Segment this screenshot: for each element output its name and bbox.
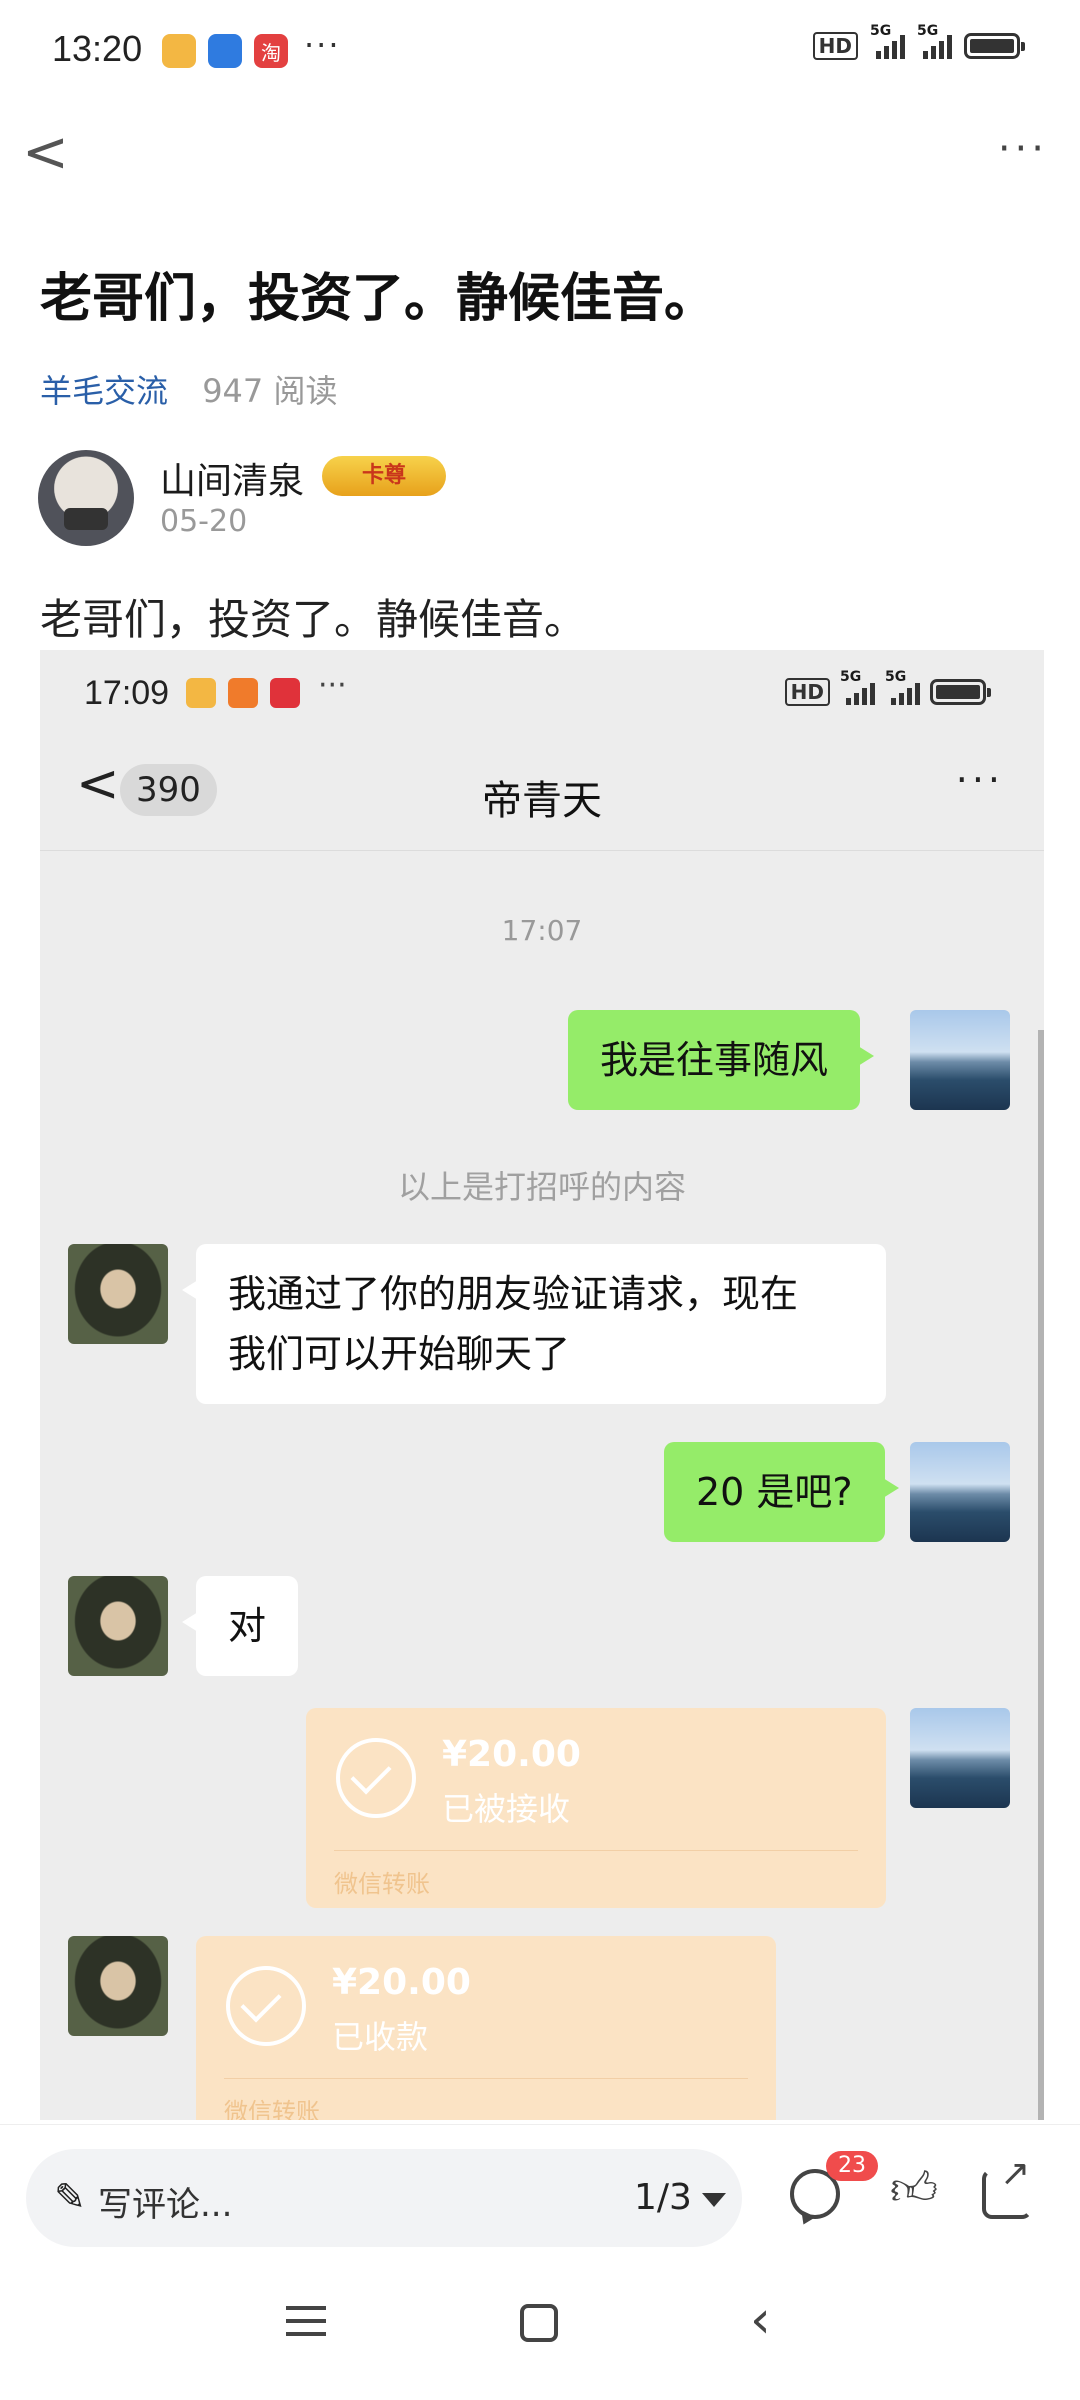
back-icon[interactable]: < <box>22 120 69 185</box>
status-bar: 13:20 ··· HD 5G 5G <box>0 0 1080 100</box>
taobao-app-icon <box>254 34 288 68</box>
signal-icon-2: 5G <box>917 23 952 59</box>
notification-more-icon: ··· <box>304 26 341 64</box>
status-time: 13:20 <box>52 28 143 69</box>
signal-icon: 5G <box>870 23 905 59</box>
shop-app-icon <box>270 678 300 708</box>
comment-count-badge: 23 <box>826 2151 878 2181</box>
post-date: 05-20 <box>160 504 248 539</box>
transfer-status: 已收款 <box>332 2018 429 2056</box>
my-avatar <box>910 1708 1010 1808</box>
message-bubble-sent: 我是往事随风 <box>568 1010 875 1110</box>
transfer-source: 微信转账 <box>224 2098 320 2120</box>
hd-icon: HD <box>812 32 858 60</box>
files-app-icon <box>208 34 242 68</box>
divider <box>224 2078 748 2079</box>
image-status-indicators: HD 5G 5G <box>784 669 991 706</box>
transfer-status: 已被接收 <box>442 1790 571 1828</box>
notes-app-icon <box>162 34 196 68</box>
greeting-hint: 以上是打招呼的内容 <box>397 1168 686 1206</box>
thumbs-up-icon[interactable]: 👍︎ <box>890 2161 940 2215</box>
post-image[interactable]: 17:09 ··· HD 5G 5G < 390 帝青天 ··· 17:07 我… <box>40 650 1044 2120</box>
chat-more-icon: ··· <box>955 758 1004 802</box>
image-scrollbar <box>1038 1030 1044 2120</box>
notification-more-icon: ··· <box>318 668 347 703</box>
message-line: 我们可以开始聊天了 <box>228 1332 571 1376</box>
nav-back-icon[interactable]: ‹ <box>750 2290 771 2350</box>
post-title: 老哥们，投资了。静候佳音。 <box>40 269 717 329</box>
menu-icon[interactable] <box>286 2306 326 2336</box>
transfer-amount: ¥20.00 <box>442 1734 581 1775</box>
hd-icon: HD <box>784 678 830 706</box>
chevron-down-icon[interactable] <box>702 2193 726 2207</box>
comment-input[interactable]: ✎ 写评论... 1/3 <box>26 2149 742 2247</box>
battery-icon <box>930 679 991 705</box>
signal-icon-2: 5G <box>885 669 920 705</box>
mi-app-icon <box>228 678 258 708</box>
message-bubble-received: 对 <box>181 1576 299 1676</box>
message-bubble-sent: 20 是吧? <box>664 1442 899 1542</box>
image-status-bar: 17:09 ··· HD 5G 5G <box>40 650 1044 728</box>
bottom-action-bar: ✎ 写评论... 1/3 23 👍︎ <box>0 2124 1080 2255</box>
contact-avatar <box>68 1576 168 1676</box>
read-count: 947 阅读 <box>202 372 338 410</box>
signal-icon: 5G <box>840 669 875 705</box>
transfer-card-sent: ¥20.00 已被接收 微信转账 <box>306 1708 886 1908</box>
author-avatar[interactable] <box>38 450 134 546</box>
message-bubble-received: 我通过了你的朋友验证请求，现在 我们可以开始聊天了 <box>182 1244 886 1404</box>
notes-app-icon <box>186 678 216 708</box>
transfer-source: 微信转账 <box>334 1870 430 1898</box>
transfer-card-received: ¥20.00 已收款 微信转账 <box>196 1936 776 2120</box>
image-status-time: 17:09 <box>84 674 170 712</box>
contact-avatar <box>68 1936 168 2036</box>
page-indicator[interactable]: 1/3 <box>634 2177 692 2218</box>
chat-header: < 390 帝青天 ··· <box>40 728 1044 851</box>
my-avatar <box>910 1442 1010 1542</box>
author-badge: 卡尊 <box>322 456 446 496</box>
pen-icon: ✎ <box>54 2175 86 2219</box>
author-name[interactable]: 山间清泉 <box>160 452 304 504</box>
comment-placeholder: 写评论... <box>98 2185 233 2225</box>
contact-avatar <box>68 1244 168 1344</box>
check-icon <box>226 1966 306 2046</box>
my-avatar <box>910 1010 1010 1110</box>
transfer-amount: ¥20.00 <box>332 1962 471 2003</box>
share-icon[interactable] <box>982 2153 1032 2219</box>
home-icon[interactable] <box>520 2304 558 2342</box>
message-line: 我通过了你的朋友验证请求，现在 <box>228 1272 799 1316</box>
status-indicators: HD 5G 5G <box>812 23 1025 60</box>
divider <box>334 1850 858 1851</box>
more-options-icon[interactable]: ··· <box>998 126 1048 172</box>
system-nav-bar: ‹ <box>0 2256 1080 2400</box>
check-icon <box>336 1738 416 1818</box>
category-link[interactable]: 羊毛交流 <box>40 372 168 410</box>
contact-name: 帝青天 <box>482 778 602 824</box>
battery-icon <box>964 33 1025 59</box>
post-body: 老哥们，投资了。静候佳音。 <box>40 595 587 644</box>
chat-timestamp: 17:07 <box>501 914 583 947</box>
post-meta: 羊毛交流 947 阅读 <box>40 366 337 412</box>
